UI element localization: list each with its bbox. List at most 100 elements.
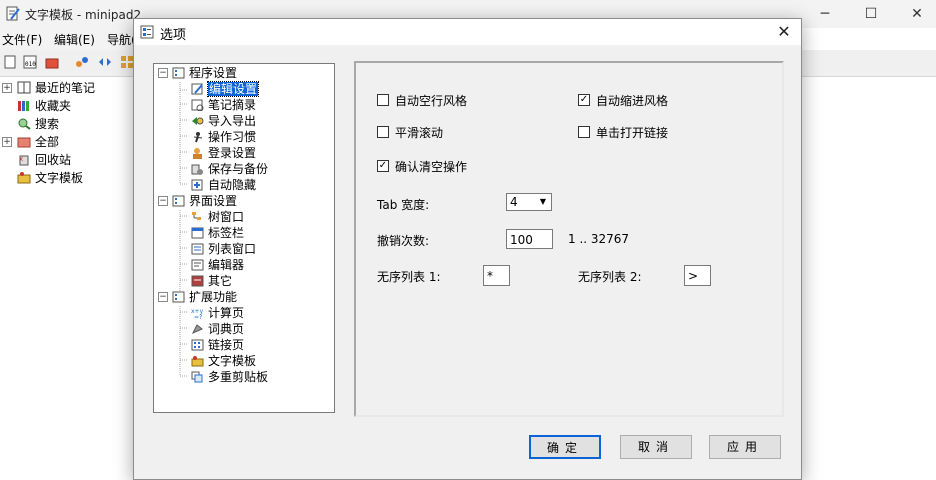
- tab-width-select[interactable]: 4 ▼: [506, 193, 552, 211]
- tree-item[interactable]: 导入导出: [191, 113, 256, 129]
- settings-list-icon: [172, 291, 185, 303]
- tree-item[interactable]: 标签栏: [191, 225, 244, 241]
- svg-text:010: 010: [25, 61, 36, 68]
- smooth-scroll-checkbox[interactable]: [377, 126, 389, 138]
- close-dialog-button[interactable]: ✕: [770, 20, 798, 44]
- expand-recent-icon[interactable]: +: [2, 83, 12, 93]
- tree-item[interactable]: 操作习惯: [191, 129, 256, 145]
- edit-settings-panel: 自动空行风格 ✓ 自动缩进风格 平滑滚动 单击打开链接 ✓ 确认清空操作 Tab…: [354, 61, 784, 417]
- tree-item[interactable]: 自动隐藏: [191, 177, 256, 193]
- main-tree-item[interactable]: 全部: [17, 133, 59, 151]
- tree-item[interactable]: 其它: [191, 273, 232, 289]
- auto-indent-label[interactable]: 自动缩进风格: [596, 92, 668, 109]
- settings-list-icon: [172, 67, 185, 79]
- tree-window-icon: [192, 212, 201, 220]
- template-icon: [17, 172, 31, 184]
- apply-button[interactable]: 应用: [709, 435, 781, 459]
- book-icon: [17, 81, 31, 94]
- options-dialog: 选项 ✕ − 程序设置 编辑设置 笔记摘录 导入导出 操作习惯 登录设置 保存与…: [133, 18, 802, 480]
- single-click-link-checkbox[interactable]: [578, 126, 590, 138]
- other-icon: [191, 275, 204, 287]
- undo-count-range: 1 .. 32767: [568, 232, 630, 246]
- dialog-titlebar: [134, 19, 801, 45]
- svg-text:=?: =?: [194, 314, 202, 319]
- main-tree-item[interactable]: 文字模板: [17, 169, 83, 187]
- cancel-button[interactable]: 取消: [620, 435, 692, 459]
- tree-item[interactable]: 编辑器: [191, 257, 244, 273]
- confirm-clear-checkbox[interactable]: ✓: [377, 160, 389, 172]
- main-tree-item[interactable]: 搜索: [17, 115, 59, 133]
- options-tree[interactable]: − 程序设置 编辑设置 笔记摘录 导入导出 操作习惯 登录设置 保存与备份 自动…: [153, 63, 335, 413]
- menu-navigate[interactable]: 导航(: [107, 31, 136, 48]
- tree-group-program[interactable]: 程序设置: [172, 65, 237, 81]
- tab-bar-icon: [191, 227, 204, 239]
- auto-hide-icon: [191, 179, 203, 191]
- import-export-icon: [192, 117, 204, 125]
- collapse-group2-icon[interactable]: −: [158, 196, 168, 206]
- tree-item[interactable]: 文字模板: [191, 353, 256, 369]
- main-window-title: 文字模板 - minipad2: [25, 8, 142, 22]
- tree-item[interactable]: 链接页: [191, 337, 244, 353]
- calculator-icon: x+y=?: [191, 308, 204, 319]
- close-main-button[interactable]: ✕: [902, 4, 932, 24]
- dialog-icon: [140, 25, 154, 39]
- bullet2-label: 无序列表 2:: [578, 270, 642, 284]
- collapse-group3-icon[interactable]: −: [158, 292, 168, 302]
- tree-group-extensions[interactable]: 扩展功能: [172, 289, 237, 305]
- main-tree-item[interactable]: x 回收站: [17, 151, 71, 169]
- collapse-group1-icon[interactable]: −: [158, 68, 168, 78]
- tree-item[interactable]: 词典页: [191, 321, 244, 337]
- tree-item-edit-settings[interactable]: 编辑设置: [191, 81, 260, 97]
- tree-group-interface[interactable]: 界面设置: [172, 193, 237, 209]
- dictionary-icon: [191, 324, 203, 335]
- ok-button[interactable]: 确定: [529, 435, 601, 459]
- excerpt-icon: [191, 99, 204, 111]
- binary-icon[interactable]: 010: [23, 55, 37, 69]
- recycle-bin-icon: x: [19, 155, 29, 166]
- minimize-button[interactable]: ─: [810, 4, 840, 24]
- menu-file[interactable]: 文件(F): [2, 31, 42, 48]
- tree-item[interactable]: 笔记摘录: [191, 97, 256, 113]
- folder-icon[interactable]: [45, 55, 59, 69]
- expand-all-icon[interactable]: +: [2, 137, 12, 147]
- auto-blank-line-label[interactable]: 自动空行风格: [395, 92, 467, 109]
- edit-icon: [191, 83, 203, 95]
- user-icon: [193, 148, 202, 159]
- auto-blank-line-checkbox[interactable]: [377, 94, 389, 106]
- smooth-scroll-label[interactable]: 平滑滚动: [395, 124, 443, 141]
- single-click-link-label[interactable]: 单击打开链接: [596, 124, 668, 141]
- bullet1-label: 无序列表 1:: [377, 270, 441, 284]
- svg-text:x: x: [19, 155, 23, 163]
- tree-item[interactable]: 登录设置: [191, 145, 256, 161]
- tree-item[interactable]: 保存与备份: [191, 161, 268, 177]
- bullet1-input[interactable]: *: [483, 265, 510, 286]
- template-icon: [191, 356, 204, 367]
- tree-item[interactable]: 多重剪贴板: [191, 369, 268, 385]
- tab-width-label: Tab 宽度:: [377, 198, 430, 212]
- grid-icon[interactable]: [120, 55, 134, 69]
- app-icon: [6, 6, 20, 21]
- tree-item[interactable]: x+y =? 计算页: [191, 305, 244, 321]
- navigate-icon[interactable]: [98, 55, 112, 69]
- folder-icon: [17, 137, 31, 148]
- bookmarks-icon: [18, 101, 29, 111]
- dialog-title: 选项: [160, 28, 187, 43]
- link-icon[interactable]: [75, 55, 89, 69]
- undo-count-input[interactable]: 100: [506, 229, 553, 249]
- menu-edit[interactable]: 编辑(E): [54, 31, 95, 48]
- confirm-clear-label[interactable]: 确认清空操作: [395, 158, 467, 175]
- habit-icon: [193, 132, 203, 143]
- editor-icon: [191, 259, 204, 271]
- tree-item[interactable]: 列表窗口: [191, 241, 256, 257]
- maximize-button[interactable]: ☐: [856, 4, 886, 24]
- new-note-icon[interactable]: [3, 55, 17, 69]
- bullet2-input[interactable]: >: [684, 265, 711, 286]
- main-tree-item[interactable]: 收藏夹: [17, 97, 71, 115]
- auto-indent-checkbox[interactable]: ✓: [578, 94, 590, 106]
- dropdown-arrow-icon[interactable]: ▼: [536, 195, 550, 209]
- tree-item[interactable]: 树窗口: [191, 209, 244, 225]
- clipboard-icon: [191, 371, 203, 383]
- link-page-icon: [191, 339, 204, 351]
- main-tree-item[interactable]: 最近的笔记: [17, 79, 95, 97]
- backup-icon: [191, 164, 203, 175]
